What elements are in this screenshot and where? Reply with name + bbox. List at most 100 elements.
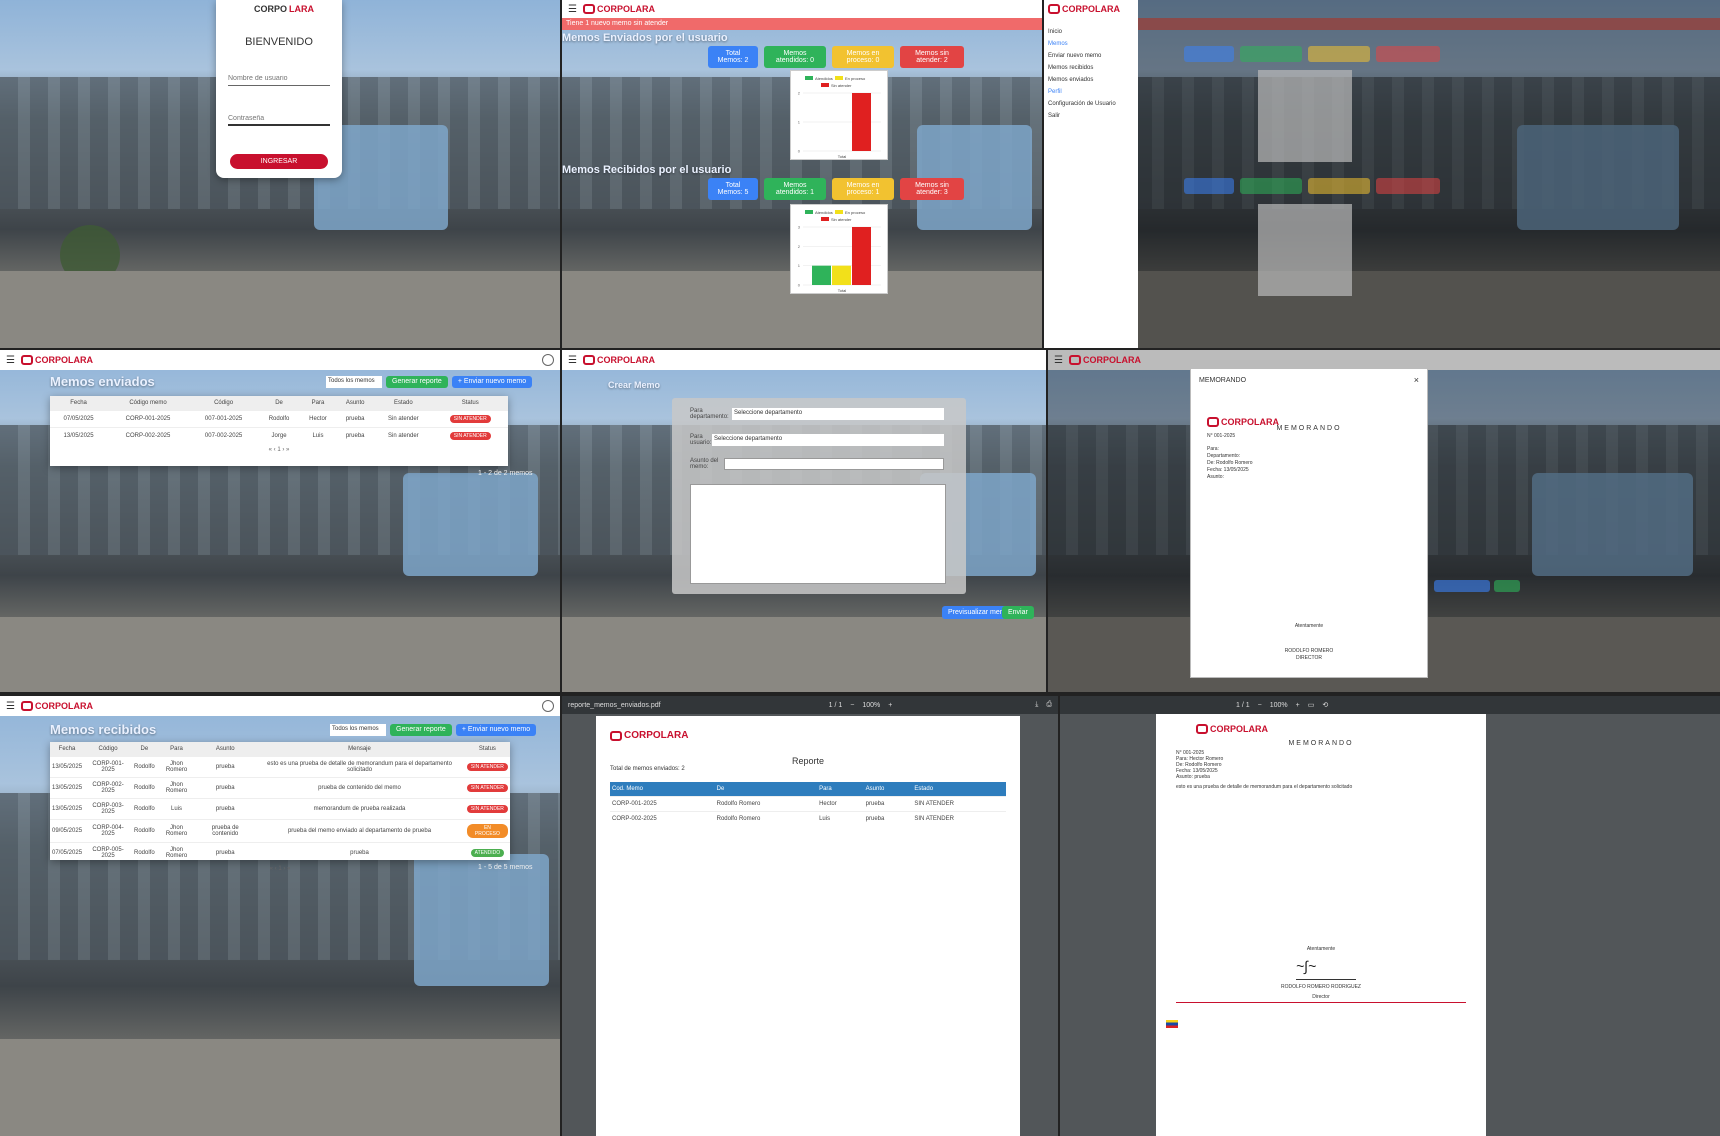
table-cell: Sin atender	[387, 416, 419, 422]
table-row[interactable]: 13/05/2025 CORP-002-2025 007-002-2025 Jorge…	[50, 427, 508, 444]
filter-select[interactable]: Todos los memos	[330, 724, 386, 736]
username-input[interactable]	[228, 72, 330, 86]
total-received-button[interactable]: Total Memos: 5	[708, 178, 758, 200]
new-memo-button[interactable]: + Enviar nuevo memo	[451, 376, 533, 388]
table-cell: Rodolfo	[134, 850, 155, 856]
pdf-page: 1 / 1	[1236, 701, 1250, 709]
subject-input[interactable]	[724, 458, 944, 470]
table-cell: CORP-004-2025	[92, 825, 124, 837]
navbar: ☰ CORPOLARA	[562, 350, 1046, 370]
table-cell: Jorge	[271, 433, 287, 439]
dept-select[interactable]: Seleccione departamento	[732, 408, 944, 420]
unattended-sent-button[interactable]: Memos sin atender: 2	[900, 46, 964, 68]
send-button[interactable]: Enviar	[1002, 606, 1034, 619]
table-cell: CORP-002-2025	[92, 782, 124, 794]
table-row[interactable]: CORP-001-2025 Rodolfo Romero Hector prueba S…	[610, 796, 1006, 812]
status-badge: EN PROCESO	[466, 824, 508, 838]
sidebar-item-inicio[interactable]: Inicio	[1048, 26, 1134, 38]
table-footer: 1 - 5 de 5 memos	[478, 864, 533, 871]
table-row[interactable]: 07/05/2025 CORP-001-2025 007-001-2025 Rodol…	[50, 410, 508, 428]
table-row[interactable]: 07/05/2025 CORP-005-2025 Rodolfo Jhon Romer…	[50, 842, 510, 863]
column-header: Status	[464, 742, 510, 757]
menu-icon[interactable]: ☰	[568, 355, 577, 366]
zoom-out-button[interactable]: −	[850, 702, 854, 709]
column-header: Fecha	[50, 742, 85, 757]
signature-block: Atentamente RODOLFO ROMERO DIRECTOR	[1284, 623, 1334, 661]
total-sent-button[interactable]: Total Memos: 2	[708, 46, 758, 68]
unattended-received-button[interactable]: Memos sin atender: 3	[900, 178, 964, 200]
table-row[interactable]: 13/05/2025 CORP-001-2025 Rodolfo Jhon Romer…	[50, 756, 510, 778]
table-cell: Luis	[819, 816, 831, 822]
report-button[interactable]: Generar reporte	[390, 724, 452, 736]
sidebar-item-received[interactable]: Memos recibidos	[1048, 62, 1134, 74]
print-icon[interactable]: ⎙	[1046, 701, 1052, 709]
memo-page: CORPOLARA MEMORANDO N° 001-2025 Para: Hec…	[1156, 714, 1486, 1136]
table-row[interactable]: 13/05/2025 CORP-002-2025 Rodolfo Jhon Romer…	[50, 777, 510, 799]
new-memo-button[interactable]: + Enviar nuevo memo	[455, 724, 537, 736]
column-header: Código	[84, 742, 133, 757]
login-submit-button[interactable]: INGRESAR	[230, 154, 328, 169]
report-button[interactable]: Generar reporte	[386, 376, 448, 388]
zoom-out-button[interactable]: −	[1258, 702, 1262, 709]
table-cell: SIN ATENDER	[914, 801, 954, 807]
inprocess-received-button[interactable]: Memos en proceso: 1	[832, 178, 894, 200]
status-badge: ATENDIDO	[470, 849, 505, 857]
rotate-icon[interactable]: ⟲	[1322, 701, 1328, 709]
report-pdf-pane: reporte_memos_enviados.pdf 1 / 1 −100% + …	[562, 696, 1058, 1136]
toolbar: Todos los memos Generar reporte + Enviar…	[326, 376, 533, 388]
alert-bar: Tiene 1 nuevo memo sin atender	[562, 18, 1042, 30]
signature-image: ~∫~	[1296, 958, 1356, 980]
y-tick-label: 0	[798, 149, 801, 154]
download-icon[interactable]: ⤓	[1035, 701, 1038, 709]
table-cell: 09/05/2025	[52, 828, 83, 834]
page-title: Memos enviados	[50, 374, 155, 389]
menu-icon[interactable]: ☰	[568, 4, 577, 15]
status-badge: SIN ATENDER	[466, 784, 508, 792]
filter-select[interactable]: Todos los memos	[326, 376, 382, 388]
sidebar-item-sent[interactable]: Memos enviados	[1048, 74, 1134, 86]
status-badge: SIN ATENDER	[449, 432, 491, 440]
legend-swatch	[805, 210, 813, 214]
sidebar-item-settings[interactable]: Configuración de Usuario	[1048, 98, 1134, 110]
body-textarea[interactable]	[690, 484, 946, 584]
table-row[interactable]: 09/05/2025 CORP-004-2025 Rodolfo Jhon Romer…	[50, 819, 510, 843]
user-icon[interactable]	[542, 700, 554, 712]
table-cell: Rodolfo	[268, 416, 290, 422]
menu-icon[interactable]: ☰	[6, 701, 15, 712]
column-header: Código memo	[107, 396, 189, 411]
footer-flag-icon	[1166, 1020, 1178, 1028]
zoom-in-button[interactable]: +	[1296, 702, 1300, 709]
inprocess-sent-button[interactable]: Memos en proceso: 0	[832, 46, 894, 68]
modal-close-icon[interactable]: ×	[1414, 375, 1419, 385]
dim-chart	[1258, 70, 1352, 162]
table-cell: prueba	[345, 416, 365, 422]
column-header: Estado	[374, 396, 433, 411]
menu-icon[interactable]: ☰	[6, 355, 15, 366]
user-icon[interactable]	[542, 354, 554, 366]
fit-icon[interactable]: ▭	[1308, 701, 1315, 709]
table-cell: Jhon Romero	[165, 782, 188, 794]
table-cell: Rodolfo	[134, 806, 155, 812]
sent-stat-buttons: Total Memos: 2 Memos atendidos: 0 Memos …	[708, 46, 964, 68]
legend-swatch	[821, 83, 829, 87]
user-select[interactable]: Seleccione departamento	[712, 434, 944, 446]
login-pane: CORPOLARA BIENVENIDO INGRESAR	[0, 0, 560, 348]
login-card: CORPOLARA BIENVENIDO INGRESAR	[216, 0, 342, 178]
sidebar-item-new-memo[interactable]: Enviar nuevo memo	[1048, 50, 1134, 62]
column-header: Para	[299, 396, 337, 411]
sidebar-item-logout[interactable]: Salir	[1048, 110, 1134, 122]
password-input[interactable]	[228, 112, 330, 126]
table-row[interactable]: CORP-002-2025 Rodolfo Romero Luis prueba SIN…	[610, 811, 1006, 826]
table-row[interactable]: 13/05/2025 CORP-003-2025 Rodolfo Luis prueba…	[50, 798, 510, 820]
table-cell: Luis	[312, 433, 324, 439]
legend-swatch	[835, 210, 843, 214]
footer-rule	[1176, 1002, 1466, 1003]
pagination[interactable]: « ‹ 1 › »	[50, 444, 508, 456]
zoom-in-button[interactable]: +	[888, 702, 892, 709]
pagination[interactable]: « ‹ 1 › »	[50, 863, 510, 875]
attended-received-button[interactable]: Memos atendidos: 1	[764, 178, 826, 200]
table-cell: prueba de contenido	[211, 825, 239, 837]
column-header: Mensaje	[254, 742, 465, 757]
table-cell: CORP-005-2025	[92, 847, 124, 859]
attended-sent-button[interactable]: Memos atendidos: 0	[764, 46, 826, 68]
